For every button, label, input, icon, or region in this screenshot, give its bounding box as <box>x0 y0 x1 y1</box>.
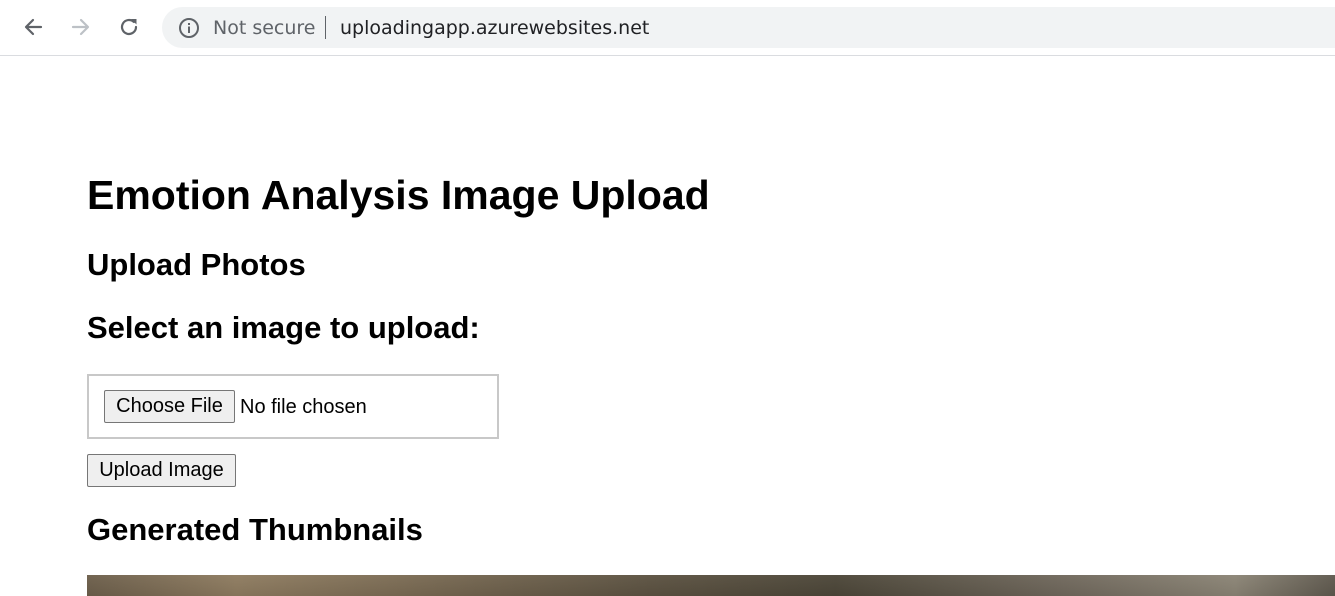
back-button[interactable] <box>16 10 50 44</box>
browser-toolbar: Not secure uploadingapp.azurewebsites.ne… <box>0 0 1335 56</box>
forward-button[interactable] <box>64 10 98 44</box>
page-title: Emotion Analysis Image Upload <box>87 172 710 218</box>
select-image-heading: Select an image to upload: <box>87 310 480 345</box>
file-status-label: No file chosen <box>240 396 367 418</box>
address-bar[interactable]: Not secure uploadingapp.azurewebsites.ne… <box>162 7 1335 48</box>
info-circle-icon[interactable] <box>178 17 200 39</box>
security-status[interactable]: Not secure <box>213 17 316 39</box>
generated-thumbnails-heading: Generated Thumbnails <box>87 512 423 547</box>
choose-file-button[interactable]: Choose File <box>104 390 235 423</box>
omnibox-divider <box>325 16 326 39</box>
file-input[interactable]: Choose File No file chosen <box>87 374 499 439</box>
arrow-right-icon <box>71 18 90 36</box>
arrow-left-icon <box>24 18 43 36</box>
thumbnail-image[interactable] <box>87 575 1335 596</box>
reload-icon <box>120 18 138 36</box>
url-text[interactable]: uploadingapp.azurewebsites.net <box>340 17 649 39</box>
reload-button[interactable] <box>112 10 146 44</box>
upload-photos-heading: Upload Photos <box>87 247 306 282</box>
upload-image-button[interactable]: Upload Image <box>87 454 236 487</box>
page-content: Emotion Analysis Image Upload Upload Pho… <box>0 57 1335 596</box>
